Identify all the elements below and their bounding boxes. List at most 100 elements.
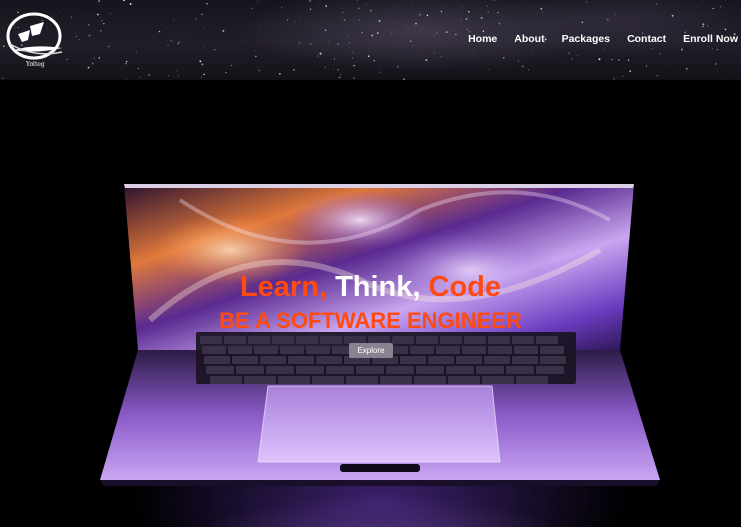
star <box>244 1 246 3</box>
star <box>426 14 429 17</box>
star <box>325 29 327 31</box>
star <box>114 47 116 49</box>
star <box>707 25 709 27</box>
star <box>415 22 417 25</box>
star <box>440 55 442 58</box>
star <box>206 2 209 5</box>
star <box>397 67 399 68</box>
star <box>309 43 312 45</box>
site-logo[interactable]: Yolteg <box>4 8 68 68</box>
star <box>294 21 296 23</box>
keyboard-key <box>428 356 454 364</box>
star <box>177 75 179 77</box>
star <box>352 57 353 59</box>
star <box>338 76 341 79</box>
star <box>170 39 173 42</box>
star <box>2 77 4 80</box>
star <box>309 0 311 2</box>
star <box>93 57 96 60</box>
star <box>0 38 1 40</box>
keyboard-key <box>462 346 486 354</box>
star <box>148 74 150 76</box>
nav-contact-link[interactable]: Contact <box>618 32 674 46</box>
star <box>585 10 587 12</box>
star <box>602 48 605 50</box>
star <box>618 59 620 61</box>
star <box>225 71 227 74</box>
keyboard-key <box>206 366 234 374</box>
laptop-trackpad <box>258 386 500 462</box>
star <box>365 3 367 5</box>
keyboard-key <box>540 346 564 354</box>
keyboard-key <box>200 336 222 344</box>
star <box>480 16 483 19</box>
star <box>501 73 502 75</box>
keyboard-key <box>224 336 246 344</box>
star <box>487 11 489 14</box>
star <box>656 75 658 77</box>
star <box>369 9 372 12</box>
star <box>702 23 705 26</box>
star <box>200 76 203 78</box>
keyboard-key <box>488 346 512 354</box>
logo-wordmark: Yolteg <box>25 61 45 68</box>
nav-home-link[interactable]: Home <box>459 32 505 46</box>
keyboard-key <box>356 366 384 374</box>
keyboard-key <box>506 366 534 374</box>
keyboard-key <box>306 346 330 354</box>
keyboard-key <box>248 336 270 344</box>
star <box>528 69 529 71</box>
keyboard-key <box>536 336 558 344</box>
keyboard-key <box>414 376 446 384</box>
nav-about-link[interactable]: About <box>505 32 552 46</box>
star <box>363 44 364 46</box>
star <box>83 26 84 27</box>
keyboard-key <box>266 366 294 374</box>
keyboard-key <box>228 346 252 354</box>
star <box>686 68 688 70</box>
star <box>476 74 478 76</box>
star <box>177 42 180 45</box>
star <box>173 19 175 21</box>
keyboard-key <box>514 346 538 354</box>
star <box>347 34 349 36</box>
star <box>337 69 339 71</box>
star <box>129 3 132 5</box>
star <box>397 21 399 23</box>
nav-packages-link[interactable]: Packages <box>553 32 618 46</box>
star <box>521 65 524 68</box>
keyboard-key <box>202 346 226 354</box>
star <box>135 52 137 53</box>
star <box>201 13 203 16</box>
star <box>614 13 616 15</box>
keyboard-key <box>316 356 342 364</box>
nav-enroll-now-link[interactable]: Enroll Now <box>674 32 738 46</box>
star <box>655 3 658 5</box>
star <box>358 19 360 21</box>
star <box>721 13 723 15</box>
keyboard-key <box>288 356 314 364</box>
star <box>139 76 140 78</box>
star <box>230 64 233 66</box>
star <box>222 29 225 32</box>
star <box>334 58 335 60</box>
star <box>702 25 704 28</box>
star <box>125 63 127 65</box>
star <box>328 40 329 41</box>
keyboard-key <box>326 366 354 374</box>
star <box>316 55 319 57</box>
star <box>183 38 184 39</box>
star <box>318 5 319 6</box>
explore-button[interactable]: Explore <box>349 343 393 358</box>
star <box>75 35 78 38</box>
star <box>418 13 421 16</box>
star <box>242 40 244 42</box>
star <box>376 32 379 34</box>
star <box>158 30 161 33</box>
hero-subheadline: BE A SOFTWARE ENGINEER <box>219 308 522 333</box>
star <box>652 10 653 11</box>
star <box>460 19 462 21</box>
star <box>251 7 253 10</box>
star <box>606 18 609 21</box>
keyboard-key <box>204 356 230 364</box>
